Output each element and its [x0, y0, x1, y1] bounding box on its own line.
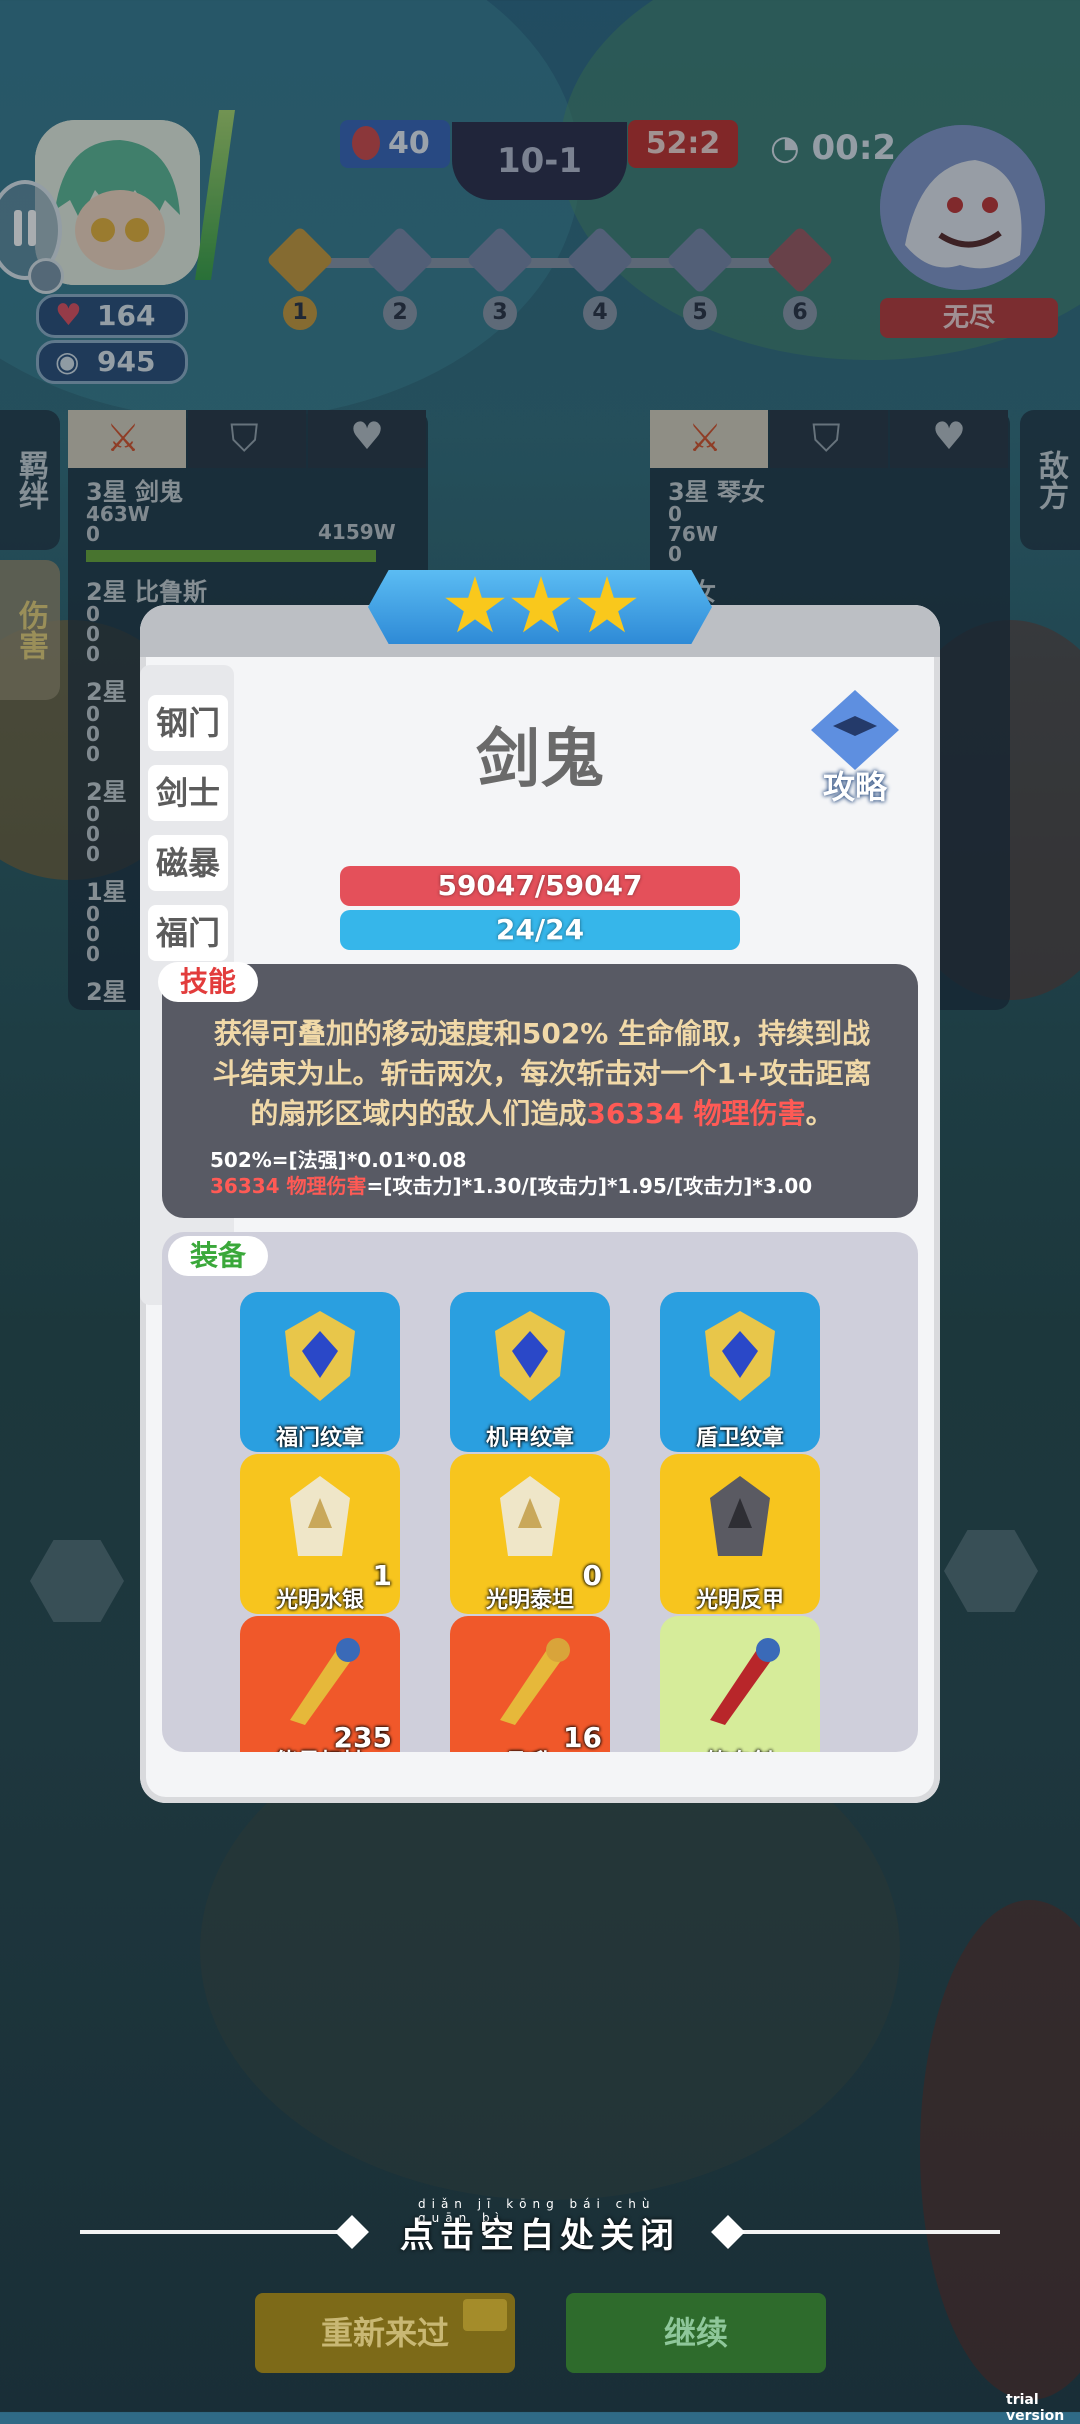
equipment-icon: [270, 1630, 370, 1730]
hero-name: 剑鬼: [476, 723, 604, 797]
equipment-item[interactable]: 1 光明水银: [240, 1454, 400, 1614]
trait-item[interactable]: 剑士: [148, 765, 228, 821]
equipment-icon: [270, 1306, 370, 1406]
trait-item[interactable]: 钢门: [148, 695, 228, 751]
skill-formula-1: 502%=[法强]*0.01*0.08: [210, 1148, 467, 1172]
equipment-icon: [270, 1468, 370, 1568]
trial-watermark: trial version: [1006, 2392, 1065, 2424]
graduation-cap-icon: [811, 690, 899, 770]
equipment-item[interactable]: 光明反甲: [660, 1454, 820, 1614]
equipment-icon: [690, 1630, 790, 1730]
close-hint-line-left: [80, 2230, 360, 2234]
equipment-name: 盾卫纹章: [695, 1426, 784, 1451]
equipment-icon: [480, 1630, 580, 1730]
equipment-item[interactable]: 0 光明泰坦: [450, 1454, 610, 1614]
equipment-name: 饮血剑: [660, 1744, 820, 1752]
skill-damage-value: 36334 物理伤害: [586, 1097, 806, 1130]
equipment-name: 光明水银: [275, 1588, 364, 1613]
equipment-item[interactable]: 机甲纹章: [450, 1292, 610, 1452]
skill-section: 技能 获得可叠加的移动速度和502% 生命偷取，持续到战斗结束为止。斩击两次，每…: [158, 962, 918, 1218]
equipment-icon: [690, 1306, 790, 1406]
hero-mana-bar: 24/24: [340, 910, 740, 950]
equipment-icon: [480, 1306, 580, 1406]
equipment-icon: [690, 1468, 790, 1568]
equipment-name: 能量权杖: [240, 1744, 400, 1752]
continue-button[interactable]: 继续: [566, 2293, 826, 2373]
equipment-item[interactable]: 16飞升: [450, 1616, 610, 1752]
retry-button[interactable]: 重新来过: [255, 2293, 515, 2373]
equipment-item[interactable]: 福门纹章: [240, 1292, 400, 1452]
equipment-item[interactable]: 235能量权杖: [240, 1616, 400, 1752]
formula-expression: =[攻击力]*1.30/[攻击力]*1.95/[攻击力]*3.00: [366, 1174, 813, 1198]
skill-tag: 技能: [158, 962, 259, 1002]
skill-text-end: 。: [805, 1097, 834, 1130]
trait-item[interactable]: 磁暴: [148, 835, 228, 891]
equipment-name: 光明泰坦: [485, 1588, 574, 1613]
skill-formula-2: 36334 物理伤害=[攻击力]*1.30/[攻击力]*1.95/[攻击力]*3…: [210, 1174, 812, 1198]
equipment-icon: [480, 1468, 580, 1568]
hero-hp-bar: 59047/59047: [340, 866, 740, 906]
close-hint-line-right: [720, 2230, 1000, 2234]
guide-label: 攻略: [822, 768, 887, 806]
formula-damage-label: 36334 物理伤害: [210, 1174, 367, 1198]
equipment-name: 福门纹章: [275, 1426, 364, 1451]
close-hint-text[interactable]: 点击空白处关闭: [380, 2208, 700, 2257]
guide-button[interactable]: 攻略: [805, 690, 905, 806]
equipment-section: 装备 福门纹章 机甲纹章 盾卫纹章 1光明水银 0光明泰坦光明反甲 235能量权杖 16飞升…: [162, 1232, 918, 1752]
video-ad-icon: [463, 2299, 507, 2331]
equipment-item[interactable]: 盾卫纹章: [660, 1292, 820, 1452]
equipment-tag: 装备: [168, 1236, 269, 1276]
equipment-name: 飞升: [450, 1744, 610, 1752]
skill-description: 获得可叠加的移动速度和502% 生命偷取，持续到战斗结束为止。斩击两次，每次斩击…: [212, 1014, 872, 1134]
equipment-name: 机甲纹章: [485, 1426, 574, 1451]
equipment-item[interactable]: 饮血剑: [660, 1616, 820, 1752]
star-rating-banner: [368, 566, 712, 650]
retry-label: 重新来过: [320, 2314, 449, 2352]
trait-item[interactable]: 福门: [148, 905, 228, 961]
equipment-name: 光明反甲: [695, 1588, 784, 1613]
